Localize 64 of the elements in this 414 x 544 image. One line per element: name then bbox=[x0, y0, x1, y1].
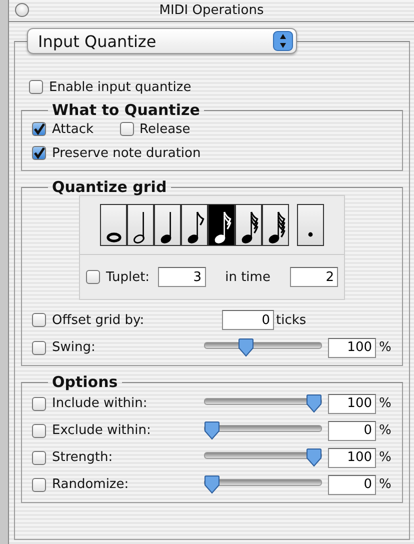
checkbox[interactable] bbox=[86, 270, 100, 284]
tuplet-field[interactable]: 3 bbox=[158, 267, 206, 287]
checkbox[interactable] bbox=[32, 396, 46, 410]
note-value-button[interactable] bbox=[154, 204, 181, 246]
unit-label: % bbox=[379, 450, 392, 465]
option-label: Include within: bbox=[52, 396, 148, 411]
slider[interactable] bbox=[204, 474, 322, 494]
percent-field[interactable]: 100 bbox=[328, 338, 376, 358]
note-value-button[interactable] bbox=[127, 204, 154, 246]
unit-label: % bbox=[379, 477, 392, 492]
percent-field[interactable]: 100 bbox=[328, 448, 376, 468]
option-label: Offset grid by: bbox=[52, 312, 144, 328]
note-value-button[interactable] bbox=[235, 204, 262, 246]
percent-field[interactable]: 100 bbox=[328, 394, 376, 414]
percent-field[interactable]: 0 bbox=[328, 474, 376, 494]
checkbox[interactable] bbox=[32, 313, 46, 327]
option-label: Randomize: bbox=[52, 477, 129, 492]
checkbox[interactable] bbox=[32, 424, 46, 438]
slider-thumb[interactable] bbox=[204, 420, 220, 440]
checkbox[interactable] bbox=[32, 122, 46, 136]
percent-field[interactable]: 0 bbox=[328, 420, 376, 440]
option-label: Strength: bbox=[52, 450, 113, 465]
note-value-button[interactable] bbox=[208, 204, 235, 246]
option-label: Swing: bbox=[52, 340, 96, 355]
note-value-button[interactable] bbox=[181, 204, 208, 246]
note-value-button[interactable] bbox=[100, 204, 127, 246]
note-value-button[interactable] bbox=[262, 204, 289, 246]
option-label: Preserve note duration bbox=[52, 146, 201, 160]
checkbox[interactable] bbox=[120, 122, 134, 136]
stepper-icon bbox=[273, 31, 293, 51]
unit-label: % bbox=[379, 396, 392, 411]
unit-label: % bbox=[379, 423, 392, 438]
in-time-field[interactable]: 2 bbox=[290, 267, 338, 287]
group-title: Quantize grid bbox=[51, 179, 168, 195]
checkbox[interactable] bbox=[32, 146, 46, 160]
option-label: Exclude within: bbox=[52, 423, 151, 438]
checkbox[interactable] bbox=[32, 478, 46, 492]
group-title: Options bbox=[51, 374, 119, 390]
option-label: Release bbox=[140, 122, 190, 136]
mode-popup[interactable]: Input Quantize bbox=[27, 28, 297, 54]
window-title: MIDI Operations bbox=[159, 3, 264, 18]
option-label: Tuplet: bbox=[106, 270, 150, 284]
slider-thumb[interactable] bbox=[306, 394, 322, 412]
offset-field[interactable]: 0 bbox=[222, 310, 274, 330]
unit-label: % bbox=[379, 340, 392, 355]
slider[interactable] bbox=[204, 394, 322, 414]
option-label: Attack bbox=[52, 122, 94, 136]
close-icon[interactable] bbox=[15, 3, 29, 17]
checkbox[interactable] bbox=[32, 340, 46, 354]
dotted-note-button[interactable] bbox=[297, 204, 324, 246]
option-label: Enable input quantize bbox=[49, 80, 192, 94]
group-title: What to Quantize bbox=[51, 102, 201, 118]
whole-note-icon bbox=[106, 232, 122, 243]
dot-icon bbox=[308, 232, 313, 237]
slider-thumb[interactable] bbox=[306, 448, 322, 466]
checkbox[interactable] bbox=[29, 80, 43, 94]
slider-thumb[interactable] bbox=[238, 338, 254, 356]
slider[interactable] bbox=[204, 338, 322, 358]
slider-thumb[interactable] bbox=[204, 474, 220, 494]
checkbox[interactable] bbox=[32, 450, 46, 464]
slider[interactable] bbox=[204, 420, 322, 440]
unit-label: ticks bbox=[276, 312, 306, 328]
slider[interactable] bbox=[204, 448, 322, 468]
option-label: in time bbox=[225, 270, 270, 284]
